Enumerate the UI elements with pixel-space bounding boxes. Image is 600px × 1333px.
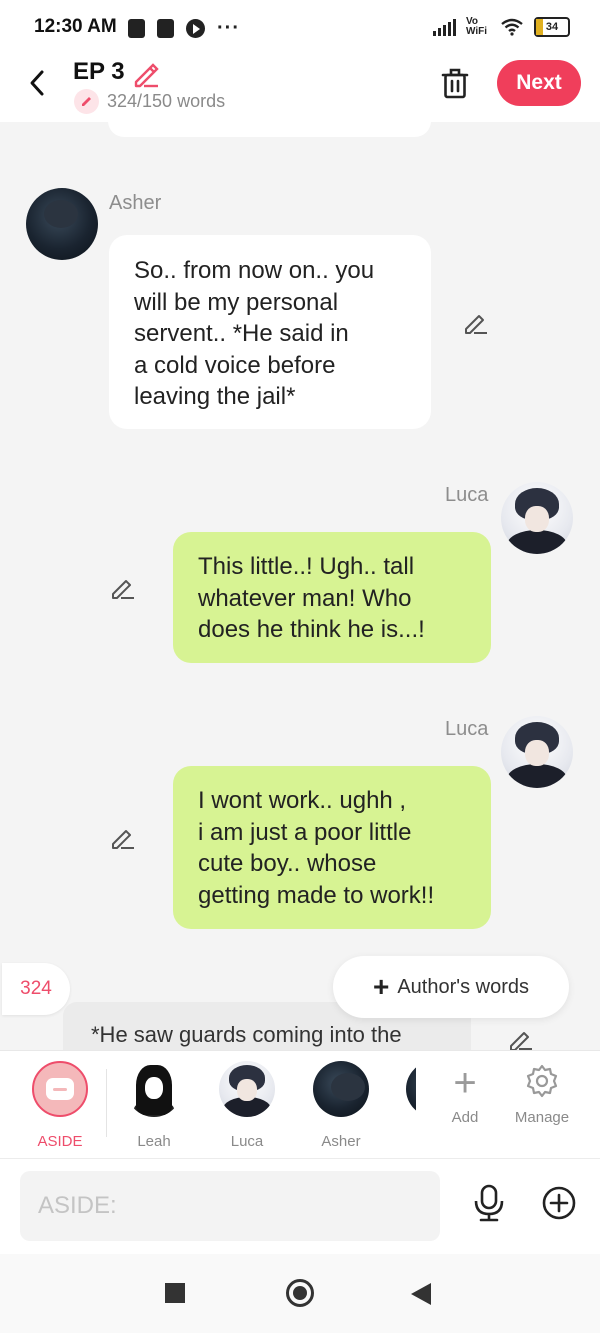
character-name: Asher <box>321 1133 361 1150</box>
notification-trash-icon <box>157 19 174 38</box>
pencil-icon <box>465 315 487 334</box>
character-partial[interactable] <box>406 1061 416 1117</box>
word-count: 324/150 words <box>107 91 226 111</box>
message-input[interactable] <box>20 1171 440 1241</box>
avatar-luca <box>219 1061 275 1117</box>
divider <box>106 1069 107 1137</box>
word-count-badge[interactable]: 324 <box>2 963 70 1015</box>
plus-circle-icon <box>542 1186 576 1220</box>
status-right-icons: Vo WiFi 34 <box>433 17 570 37</box>
editor-header: EP 3 324/150 words Next <box>0 58 600 122</box>
back-nav-button[interactable] <box>411 1283 431 1305</box>
plus-icon: + <box>453 1061 477 1105</box>
character-name: Leah <box>137 1133 171 1150</box>
manage-label: Manage <box>514 1109 570 1126</box>
edit-message-button[interactable] <box>110 824 136 850</box>
edit-aside-button[interactable] <box>508 1026 534 1052</box>
aside-message-text: *He saw guards coming into the <box>91 1022 402 1047</box>
sender-name: Luca <box>445 718 489 740</box>
character-name: ASIDE <box>37 1133 83 1150</box>
avatar-asher <box>313 1061 369 1117</box>
notification-app-icon <box>128 19 145 38</box>
notification-play-icon <box>186 19 205 38</box>
character-luca[interactable]: Luca <box>207 1061 287 1150</box>
battery-level: 34 <box>545 21 559 33</box>
add-label: Add <box>451 1109 479 1126</box>
next-button[interactable]: Next <box>497 60 581 106</box>
system-nav-bar <box>0 1254 600 1333</box>
authors-words-button[interactable]: + Author's words <box>333 956 569 1018</box>
pencil-icon <box>510 1032 532 1051</box>
avatar-luca[interactable] <box>501 482 573 554</box>
status-time: 12:30 AM <box>34 16 117 37</box>
back-button[interactable] <box>26 68 54 98</box>
chevron-left-icon <box>30 70 44 96</box>
add-attachment-button[interactable] <box>541 1185 577 1226</box>
aside-icon <box>32 1061 88 1117</box>
delete-button[interactable] <box>440 66 470 105</box>
pencil-badge-icon <box>74 89 99 114</box>
battery-icon: 34 <box>534 17 570 37</box>
character-leah[interactable]: Leah <box>114 1061 194 1150</box>
message-bubble[interactable]: I wont work.. ughh , i am just a poor li… <box>173 766 491 929</box>
input-row <box>0 1158 600 1255</box>
status-bar: 12:30 AM ··· Vo WiFi 34 <box>0 0 600 58</box>
message-text: So.. from now on.. you will be my person… <box>134 257 375 410</box>
avatar-luca[interactable] <box>501 716 573 788</box>
plus-icon: + <box>372 971 390 1002</box>
signal-icon <box>433 18 456 36</box>
home-button[interactable] <box>286 1279 314 1307</box>
gear-icon <box>526 1064 558 1098</box>
wifi-icon <box>501 18 523 36</box>
authors-words-label: Author's words <box>397 975 529 998</box>
previous-message-bubble[interactable] <box>108 122 431 137</box>
trash-icon <box>441 68 469 99</box>
message-text: This little..! Ugh.. tall whatever man! … <box>198 553 425 643</box>
avatar-leah <box>126 1061 182 1117</box>
character-asher[interactable]: Asher <box>301 1061 381 1150</box>
edit-message-button[interactable] <box>110 574 136 600</box>
character-aside[interactable]: ASIDE <box>20 1061 100 1150</box>
pencil-icon <box>112 830 134 849</box>
add-character-button[interactable]: + Add <box>425 1063 505 1126</box>
message-bubble[interactable]: This little..! Ugh.. tall whatever man! … <box>173 532 491 663</box>
avatar-asher[interactable] <box>26 188 98 260</box>
voice-input-button[interactable] <box>470 1183 508 1228</box>
more-notifications-icon: ··· <box>217 17 240 39</box>
edit-message-button[interactable] <box>463 309 489 335</box>
microphone-icon <box>474 1184 504 1222</box>
pencil-icon <box>112 580 134 599</box>
message-text: I wont work.. ughh , i am just a poor li… <box>198 787 435 909</box>
network-label: Vo WiFi <box>466 16 488 37</box>
chat-area[interactable]: Asher So.. from now on.. you will be my … <box>0 122 600 1050</box>
word-count-row: 324/150 words <box>74 89 225 114</box>
message-bubble[interactable]: So.. from now on.. you will be my person… <box>109 235 431 429</box>
sender-name: Asher <box>109 192 162 214</box>
status-notification-icons: ··· <box>128 17 240 40</box>
pencil-icon <box>134 63 159 88</box>
sender-name: Luca <box>445 484 489 506</box>
episode-title[interactable]: EP 3 <box>73 58 125 86</box>
character-selector: ASIDE Leah Luca Asher + Add Manage <box>0 1050 600 1159</box>
recents-button[interactable] <box>165 1283 185 1303</box>
character-name: Luca <box>230 1133 264 1150</box>
manage-characters-button[interactable]: Manage <box>502 1063 582 1126</box>
